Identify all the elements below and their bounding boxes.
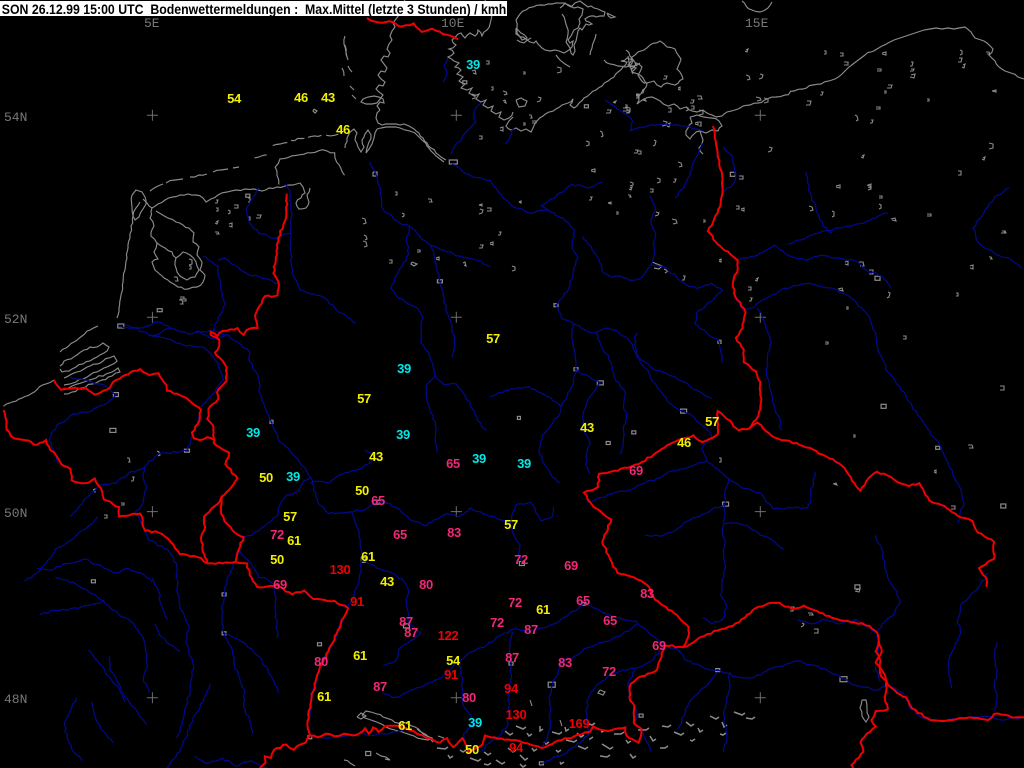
svg-text:61: 61 <box>398 718 412 733</box>
svg-text:80: 80 <box>314 654 328 669</box>
svg-text:39: 39 <box>472 451 486 466</box>
svg-text:50: 50 <box>355 483 369 498</box>
svg-text:48N: 48N <box>4 692 27 707</box>
svg-text:39: 39 <box>468 715 482 730</box>
svg-text:57: 57 <box>705 414 719 429</box>
svg-text:65: 65 <box>393 527 407 542</box>
svg-text:46: 46 <box>336 122 350 137</box>
svg-text:50: 50 <box>270 552 284 567</box>
svg-text:50: 50 <box>465 742 479 757</box>
svg-text:46: 46 <box>677 435 691 450</box>
svg-text:54: 54 <box>446 653 461 668</box>
svg-text:130: 130 <box>506 707 527 722</box>
svg-text:61: 61 <box>353 648 367 663</box>
svg-text:54: 54 <box>227 91 242 106</box>
svg-text:122: 122 <box>438 628 459 643</box>
svg-text:69: 69 <box>273 577 287 592</box>
svg-text:61: 61 <box>287 533 301 548</box>
svg-text:57: 57 <box>486 331 500 346</box>
svg-text:57: 57 <box>504 517 518 532</box>
svg-text:39: 39 <box>517 456 531 471</box>
svg-text:50N: 50N <box>4 506 27 521</box>
svg-text:130: 130 <box>330 562 351 577</box>
svg-text:91: 91 <box>350 594 364 609</box>
svg-text:43: 43 <box>321 90 335 105</box>
svg-text:83: 83 <box>640 586 654 601</box>
svg-text:39: 39 <box>246 425 260 440</box>
svg-text:87: 87 <box>505 650 519 665</box>
svg-text:65: 65 <box>371 493 385 508</box>
svg-text:83: 83 <box>558 655 572 670</box>
svg-text:61: 61 <box>317 689 331 704</box>
svg-text:65: 65 <box>446 456 460 471</box>
svg-text:69: 69 <box>564 558 578 573</box>
svg-text:50: 50 <box>259 470 273 485</box>
svg-text:54N: 54N <box>4 110 27 125</box>
svg-text:39: 39 <box>466 57 480 72</box>
svg-text:39: 39 <box>397 361 411 376</box>
svg-text:94: 94 <box>509 740 524 755</box>
svg-text:91: 91 <box>444 667 458 682</box>
svg-text:65: 65 <box>603 613 617 628</box>
svg-text:52N: 52N <box>4 312 27 327</box>
svg-text:80: 80 <box>462 690 476 705</box>
svg-text:61: 61 <box>536 602 550 617</box>
svg-text:57: 57 <box>357 391 371 406</box>
svg-text:69: 69 <box>652 638 666 653</box>
svg-text:43: 43 <box>580 420 594 435</box>
svg-text:69: 69 <box>629 463 643 478</box>
svg-text:72: 72 <box>514 552 528 567</box>
svg-text:39: 39 <box>396 427 410 442</box>
svg-text:72: 72 <box>490 615 504 630</box>
svg-text:65: 65 <box>576 593 590 608</box>
svg-text:83: 83 <box>447 525 461 540</box>
svg-text:87: 87 <box>404 625 418 640</box>
svg-text:72: 72 <box>602 664 616 679</box>
svg-text:87: 87 <box>524 622 538 637</box>
svg-text:43: 43 <box>380 574 394 589</box>
svg-text:61: 61 <box>361 549 375 564</box>
svg-text:10E: 10E <box>441 16 465 31</box>
svg-text:46: 46 <box>294 90 308 105</box>
svg-text:169: 169 <box>569 716 590 731</box>
svg-text:72: 72 <box>270 527 284 542</box>
svg-text:57: 57 <box>283 509 297 524</box>
svg-text:43: 43 <box>369 449 383 464</box>
svg-text:5E: 5E <box>144 16 160 31</box>
svg-text:80: 80 <box>419 577 433 592</box>
svg-text:15E: 15E <box>745 16 769 31</box>
svg-text:72: 72 <box>508 595 522 610</box>
svg-text:39: 39 <box>286 469 300 484</box>
svg-text:94: 94 <box>504 681 519 696</box>
svg-text:87: 87 <box>373 679 387 694</box>
